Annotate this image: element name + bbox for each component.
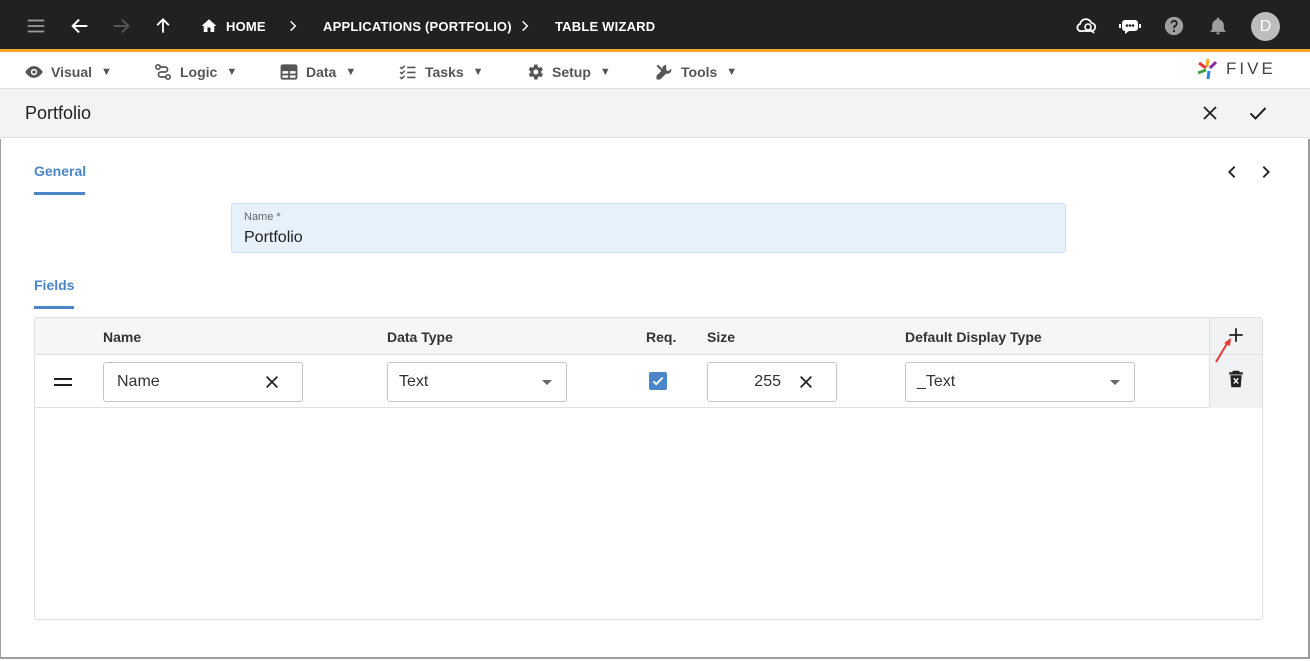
column-header-default-display-type: Default Display Type	[905, 328, 1042, 345]
menu-visual[interactable]: Visual ▼	[24, 55, 112, 89]
menu-logic[interactable]: Logic ▼	[153, 55, 237, 89]
column-header-data-type: Data Type	[387, 328, 453, 345]
menu-setup[interactable]: Setup ▼	[525, 55, 611, 89]
gear-icon	[528, 64, 543, 80]
chevron-left-icon[interactable]	[1222, 162, 1242, 182]
field-name-input[interactable]: Name	[103, 362, 303, 402]
breadcrumb-home[interactable]: HOME	[226, 0, 266, 52]
default-display-type-select[interactable]: _Text	[905, 362, 1135, 402]
menu-icon[interactable]	[24, 0, 48, 52]
clear-icon[interactable]	[262, 372, 282, 392]
menu-tools-label: Tools	[681, 64, 718, 80]
grid-header: Name Data Type Req. Size Default Display…	[35, 318, 1262, 355]
caret-down-icon: ▼	[472, 66, 484, 78]
delete-row-button[interactable]	[1228, 370, 1244, 388]
logic-icon	[155, 64, 171, 80]
column-header-required: Req.	[646, 328, 677, 345]
caret-down-icon: ▼	[599, 66, 611, 78]
required-checkbox[interactable]	[649, 372, 667, 390]
page-title: Portfolio	[25, 103, 92, 123]
chevron-right-icon	[517, 0, 533, 52]
close-icon[interactable]	[1198, 101, 1222, 125]
menu-setup-label: Setup	[552, 64, 591, 80]
menu-tasks[interactable]: Tasks ▼	[398, 55, 484, 89]
dropdown-arrow-icon[interactable]	[1110, 380, 1120, 385]
table-row: Name Text 255 _Text	[35, 355, 1262, 408]
field-name-value[interactable]: Name	[117, 363, 160, 401]
default-display-type-value[interactable]: _Text	[917, 363, 955, 401]
menu-tasks-label: Tasks	[425, 64, 464, 80]
data-type-value[interactable]: Text	[399, 363, 428, 401]
wrench-icon	[656, 64, 672, 80]
eye-icon	[25, 66, 43, 78]
forward-arrow-icon	[109, 0, 133, 52]
clear-icon[interactable]	[796, 372, 816, 392]
tab-fields-underline	[34, 306, 74, 309]
fields-grid: Name Data Type Req. Size Default Display…	[34, 317, 1263, 620]
chevron-right-icon[interactable]	[1256, 162, 1276, 182]
home-icon[interactable]	[199, 0, 219, 52]
menu-visual-label: Visual	[51, 64, 92, 80]
tab-fields[interactable]: Fields	[34, 277, 74, 293]
caret-down-icon: ▼	[726, 66, 738, 78]
size-input[interactable]: 255	[707, 362, 837, 402]
form-content: General Name * Portfolio Fields Name Dat…	[0, 139, 1310, 659]
breadcrumb-applications[interactable]: APPLICATIONS (PORTFOLIO)	[323, 0, 512, 52]
menu-data[interactable]: Data ▼	[279, 55, 356, 89]
name-field[interactable]: Name * Portfolio	[231, 203, 1066, 253]
name-field-label: Name *	[244, 211, 281, 223]
menu-logic-label: Logic	[180, 64, 218, 80]
five-logo: FIVE	[1196, 57, 1276, 81]
table-icon	[280, 64, 298, 80]
trash-icon	[1229, 370, 1243, 388]
data-type-select[interactable]: Text	[387, 362, 567, 402]
check-icon[interactable]	[1246, 101, 1270, 125]
help-icon[interactable]	[1162, 0, 1186, 52]
caret-down-icon: ▼	[226, 66, 238, 78]
tab-general[interactable]: General	[34, 163, 86, 179]
tab-general-underline	[34, 192, 85, 195]
back-arrow-icon[interactable]	[68, 0, 92, 52]
dropdown-arrow-icon[interactable]	[542, 380, 552, 385]
column-header-name: Name	[103, 328, 142, 345]
chevron-right-icon	[285, 0, 301, 52]
breadcrumb-table-wizard[interactable]: TABLE WIZARD	[555, 0, 655, 52]
checklist-icon	[399, 65, 416, 80]
five-logo-mark-icon	[1197, 58, 1218, 80]
menu-tools[interactable]: Tools ▼	[654, 55, 737, 89]
bell-icon[interactable]	[1206, 0, 1230, 52]
form-header: Portfolio	[0, 89, 1310, 138]
caret-down-icon: ▼	[101, 66, 112, 78]
avatar[interactable]: D	[1251, 12, 1280, 41]
menu-bar: Visual ▼ Logic ▼ Data ▼ Tasks ▼ Setup ▼ …	[0, 55, 1310, 89]
menu-data-label: Data	[306, 64, 337, 80]
chat-bot-icon[interactable]	[1117, 0, 1143, 52]
column-header-size: Size	[707, 328, 736, 345]
name-field-value[interactable]: Portfolio	[244, 229, 303, 247]
up-arrow-icon[interactable]	[151, 0, 175, 52]
top-app-bar: HOME APPLICATIONS (PORTFOLIO) TABLE WIZA…	[0, 0, 1310, 52]
annotation-arrow-icon	[1215, 338, 1231, 363]
cloud-sync-icon[interactable]	[1074, 0, 1100, 52]
caret-down-icon: ▼	[345, 66, 357, 78]
drag-handle-icon[interactable]	[54, 373, 72, 391]
size-value[interactable]: 255	[754, 363, 781, 401]
logo-text: FIVE	[1226, 59, 1276, 78]
